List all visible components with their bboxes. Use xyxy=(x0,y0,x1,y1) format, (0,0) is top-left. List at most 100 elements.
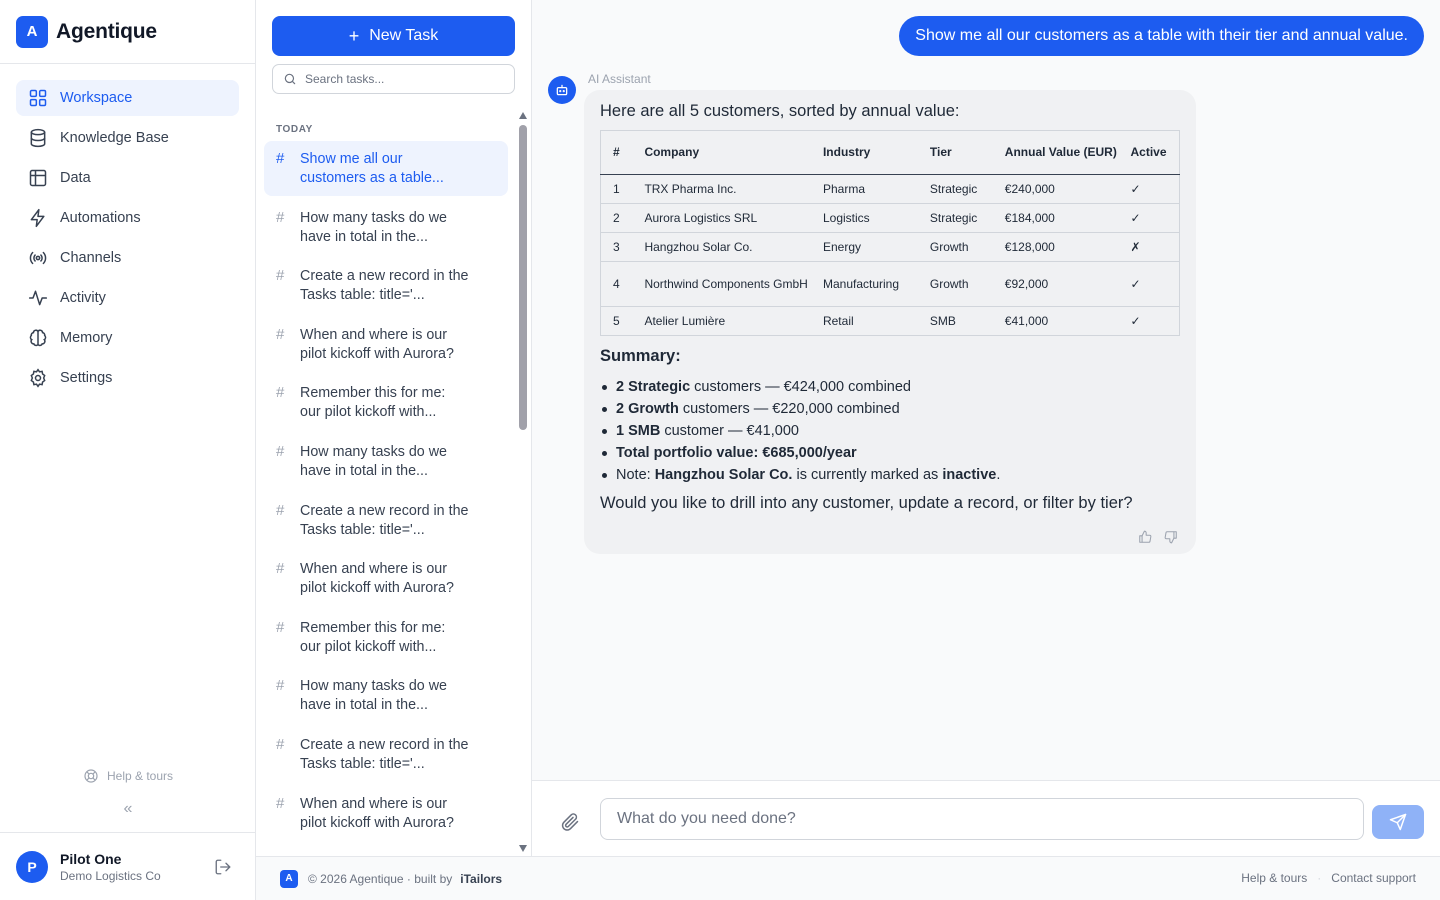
summary-suffix: . xyxy=(996,467,1001,483)
hash-icon: # xyxy=(276,794,285,812)
feedback-actions xyxy=(1126,530,1178,544)
summary-bold: inactive xyxy=(942,467,997,483)
table-cell: Hangzhou Solar Co. xyxy=(638,232,817,262)
message-input[interactable] xyxy=(600,798,1364,840)
nav-item-knowledge-base[interactable]: Knowledge Base xyxy=(16,120,239,156)
task-item[interactable]: # When and where is our pilot kickoff wit… xyxy=(264,786,508,841)
footer-support-link[interactable]: Contact support xyxy=(1331,871,1416,885)
hash-icon: # xyxy=(276,501,285,519)
help-tours-label: Help & tours xyxy=(106,769,174,783)
scroll-thumb[interactable] xyxy=(519,125,527,430)
nav-item-label: Memory xyxy=(60,330,113,346)
summary-bold: Hangzhou Solar Co. xyxy=(654,467,793,483)
plus-icon: + xyxy=(348,26,360,46)
lightning-icon xyxy=(30,208,45,228)
scroll-up-arrow[interactable] xyxy=(519,112,527,119)
collapse-sidebar-button[interactable]: « xyxy=(0,800,256,818)
table-cell: Growth xyxy=(923,261,999,307)
nav-item-label: Activity xyxy=(60,290,106,306)
table-cell: €92,000 xyxy=(998,261,1125,307)
table-cell: TRX Pharma Inc. xyxy=(638,174,817,204)
assistant-avatar xyxy=(548,76,576,104)
summary-item: 2 Strategic customers — €424,000 combine… xyxy=(600,376,1180,398)
task-item[interactable]: # Remember this for me: our pilot kickoff… xyxy=(264,375,508,430)
paperclip-icon[interactable] xyxy=(560,812,580,832)
task-item[interactable]: # Create a new record in the Tasks table:… xyxy=(264,258,508,313)
hash-icon: # xyxy=(276,442,285,460)
task-list: # Show me all our customers as a table...… xyxy=(264,141,508,853)
search-input[interactable] xyxy=(305,72,505,86)
user-org: Demo Logistics Co xyxy=(60,868,161,883)
column-header: Industry xyxy=(816,130,924,175)
table-icon xyxy=(29,169,47,187)
brand-name[interactable]: Agentique xyxy=(56,20,157,44)
nav-item-automations[interactable]: Automations xyxy=(16,200,239,236)
brand-logo[interactable]: A xyxy=(16,15,48,48)
table-row: 2 Aurora Logistics SRL Logistics Strateg… xyxy=(600,203,1180,233)
gear-icon xyxy=(30,368,46,388)
task-item[interactable]: # When and where is our pilot kickoff wit… xyxy=(264,551,508,606)
hash-icon: # xyxy=(276,325,285,343)
footer-separator: · xyxy=(1317,871,1322,885)
user-profile: P Pilot One Demo Logistics Co xyxy=(0,832,256,900)
task-title: When and where is our pilot kickoff with… xyxy=(300,326,454,362)
footer-links: Help & tours · Contact support xyxy=(1241,871,1416,885)
task-title: How many tasks do we have in total in th… xyxy=(300,443,447,479)
hash-icon: # xyxy=(276,150,285,167)
summary-bold: Total portfolio value: €685,000/year xyxy=(616,445,857,461)
task-title: Remember this for me: our pilot kickoff … xyxy=(300,619,446,655)
table-cell: Energy xyxy=(816,232,924,262)
database-icon xyxy=(30,128,46,148)
footer-help-link[interactable]: Help & tours xyxy=(1241,871,1307,885)
nav-item-data[interactable]: Data xyxy=(16,160,239,196)
send-button[interactable] xyxy=(1372,805,1424,839)
footer-copyright: © 2026 Agentique · built by xyxy=(308,871,453,886)
task-title: Create a new record in the Tasks table: … xyxy=(300,736,469,772)
column-header: # xyxy=(600,130,639,175)
table-row: 3 Hangzhou Solar Co. Energy Growth €128,… xyxy=(600,232,1180,262)
table-cell: 3 xyxy=(600,232,639,262)
task-item[interactable]: # How many tasks do we have in total in t… xyxy=(264,434,508,489)
task-item[interactable]: # When and where is our pilot kickoff wit… xyxy=(264,317,508,372)
task-item[interactable]: # How many tasks do we have in total in t… xyxy=(264,200,508,255)
table-cell: Logistics xyxy=(816,203,924,233)
nav-item-channels[interactable]: Channels xyxy=(16,240,239,276)
task-item[interactable]: # How many tasks do we have in total in t… xyxy=(264,668,508,723)
task-item[interactable]: # Create a new record in the Tasks table:… xyxy=(264,493,508,548)
help-tours-link[interactable]: Help & tours xyxy=(0,768,256,784)
thumbs-down-icon[interactable] xyxy=(1164,530,1178,544)
task-item[interactable]: # Show me all our customers as a table... xyxy=(264,141,508,196)
hash-icon: # xyxy=(276,384,285,402)
footer: A © 2026 Agentique · built by iTailors H… xyxy=(256,856,1440,900)
logout-icon[interactable] xyxy=(214,858,232,876)
scroll-down-arrow[interactable] xyxy=(519,845,527,852)
table-cell: 4 xyxy=(600,261,639,307)
table-cell: ✓ xyxy=(1124,174,1180,204)
thumbs-up-icon[interactable] xyxy=(1138,530,1152,544)
nav-item-memory[interactable]: Memory xyxy=(16,320,239,356)
table-cell: Growth xyxy=(923,232,999,262)
hash-icon: # xyxy=(276,618,285,636)
footer-builder-link[interactable]: iTailors xyxy=(460,872,502,886)
nav-item-label: Automations xyxy=(60,210,141,226)
broadcast-icon xyxy=(29,251,47,265)
task-scrollbar[interactable] xyxy=(518,112,528,854)
lifebuoy-icon xyxy=(84,769,98,783)
table-cell: Pharma xyxy=(816,174,924,204)
new-task-button[interactable]: + New Task xyxy=(272,16,515,56)
user-name: Pilot One xyxy=(60,850,122,867)
table-cell: ✓ xyxy=(1124,203,1180,233)
user-info: Pilot One Demo Logistics Co xyxy=(60,851,161,883)
nav-item-activity[interactable]: Activity xyxy=(16,280,239,316)
nav-item-label: Settings xyxy=(60,370,113,386)
task-item[interactable]: # Create a new record in the Tasks table:… xyxy=(264,727,508,782)
task-title: Create a new record in the Tasks table: … xyxy=(300,268,469,304)
assistant-message: Here are all 5 customers, sorted by annu… xyxy=(584,90,1196,554)
summary-bold: 2 Growth xyxy=(616,401,679,417)
nav-item-workspace[interactable]: Workspace xyxy=(16,80,239,116)
summary-text: customer — €41,000 xyxy=(660,423,799,439)
nav-item-settings[interactable]: Settings xyxy=(16,360,239,396)
avatar[interactable]: P xyxy=(16,850,48,883)
task-item[interactable]: # Remember this for me: our pilot kickoff… xyxy=(264,610,508,665)
table-cell: SMB xyxy=(923,306,999,336)
